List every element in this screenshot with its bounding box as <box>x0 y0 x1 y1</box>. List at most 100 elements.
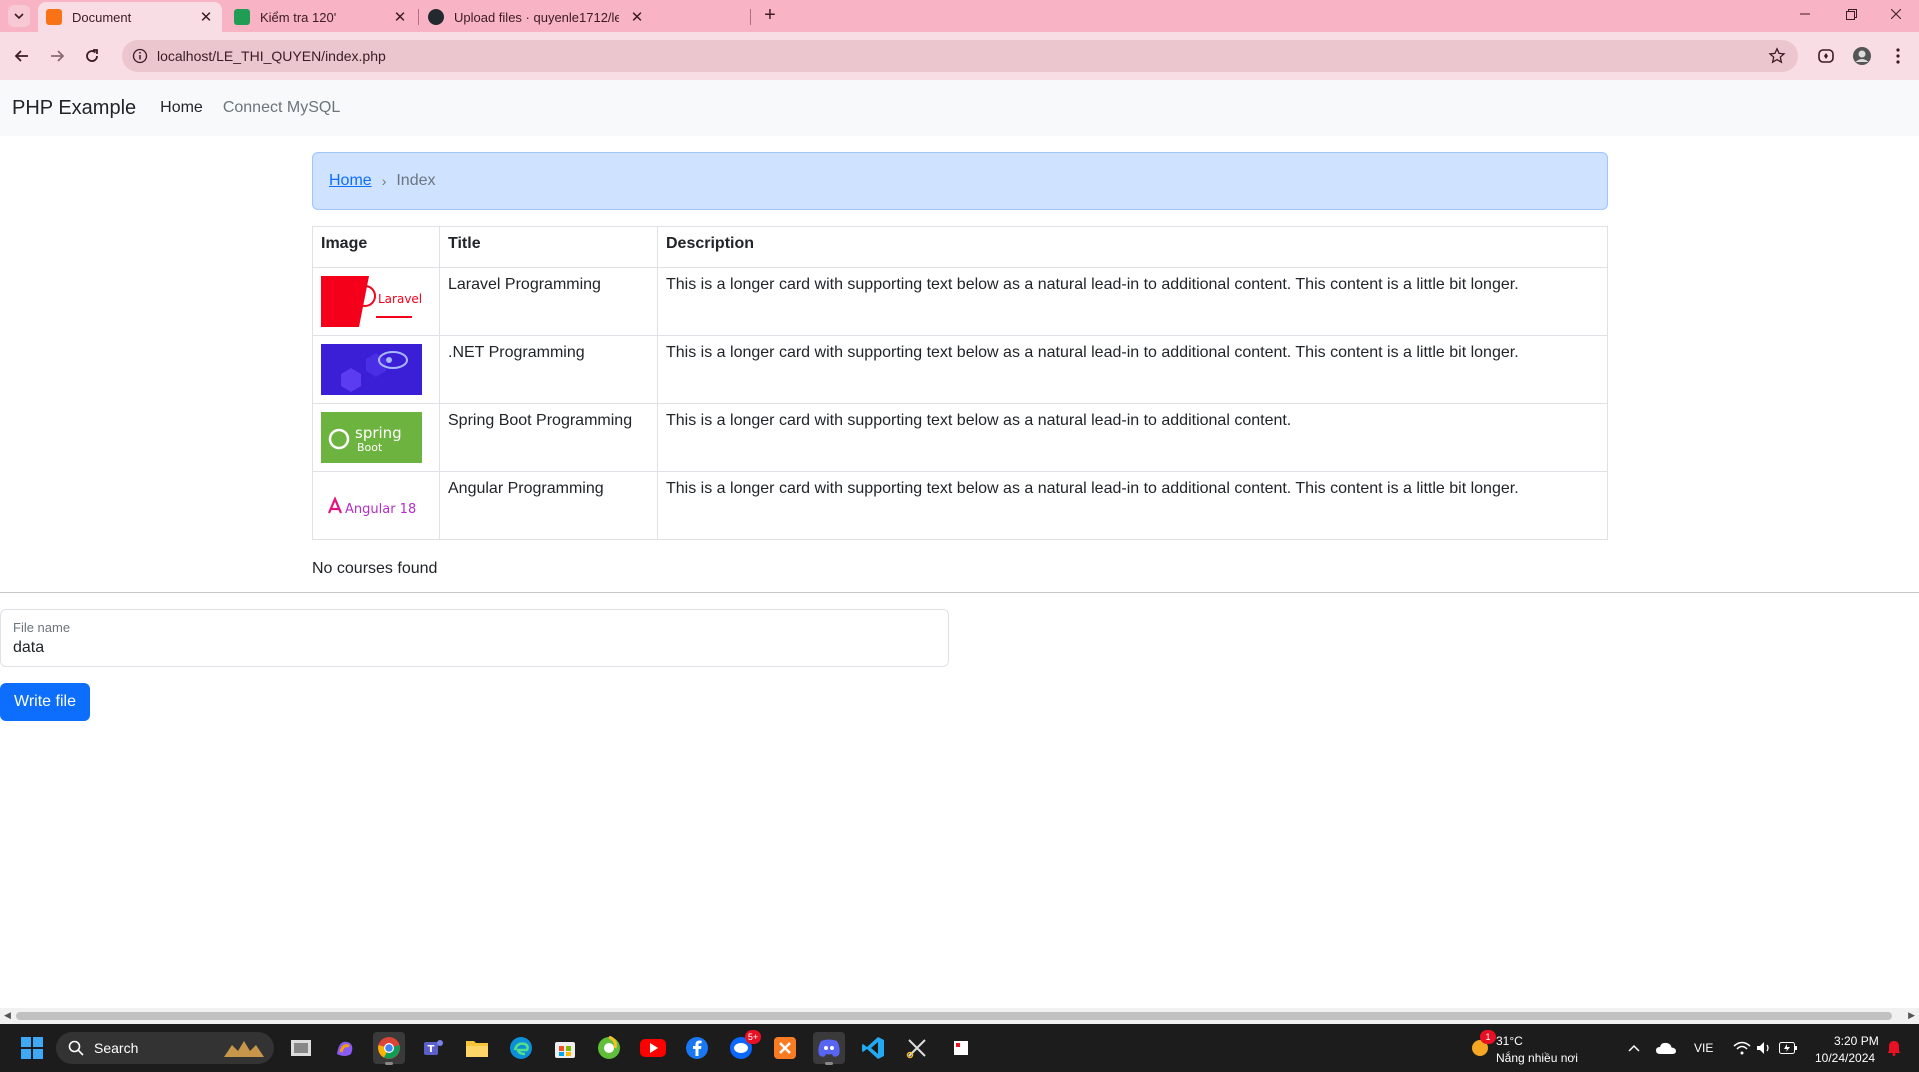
taskbar-search[interactable]: Search <box>56 1032 274 1064</box>
section-divider <box>0 592 1919 593</box>
browser-tabstrip: Document ✕ Kiểm tra 120' ✕ Upload files … <box>0 0 1919 32</box>
running-indicator <box>385 1062 393 1065</box>
close-icon <box>1891 9 1901 19</box>
notifications-button[interactable] <box>1878 1032 1910 1064</box>
extension-button[interactable] <box>1814 44 1838 68</box>
horizontal-scrollbar[interactable]: ◀ ▶ <box>0 1008 1919 1024</box>
close-icon[interactable]: ✕ <box>392 8 408 26</box>
clock-date[interactable]: 10/24/2024 <box>1815 1051 1875 1065</box>
tab-title: Document <box>72 9 132 25</box>
laravel-thumbnail: Laravel <box>321 276 422 327</box>
table-row: spring Boot Spring Boot Programming This… <box>312 403 1608 472</box>
discord-app[interactable] <box>813 1032 845 1065</box>
tab-kiem-tra[interactable]: Kiểm tra 120' ✕ <box>226 2 416 32</box>
tab-title: Kiểm tra 120' <box>260 9 337 25</box>
minimize-button[interactable] <box>1782 0 1828 28</box>
boot-logo-text: Boot <box>357 441 383 454</box>
facebook-app[interactable] <box>681 1032 713 1064</box>
task-view-button[interactable] <box>285 1032 317 1064</box>
battery-button[interactable] <box>1772 1032 1804 1064</box>
app-icon <box>954 1041 968 1055</box>
svg-text:T: T <box>428 1044 435 1055</box>
scrollbar-thumb[interactable] <box>16 1012 1892 1020</box>
tab-title: Upload files · quyenle1712/lear <box>454 9 619 25</box>
course-title: Angular Programming <box>439 471 658 540</box>
copilot-icon <box>337 1041 353 1056</box>
scroll-left-icon[interactable]: ◀ <box>4 1010 11 1021</box>
onedrive-button[interactable] <box>1650 1032 1682 1064</box>
tab-document[interactable]: Document ✕ <box>38 2 222 32</box>
table-row: .NET Programming This is a longer card w… <box>312 335 1608 404</box>
copilot-app[interactable] <box>329 1032 361 1064</box>
start-button[interactable] <box>16 1032 48 1064</box>
profile-button[interactable] <box>1850 44 1874 68</box>
cloud-icon <box>1656 1042 1676 1054</box>
back-button[interactable] <box>10 44 34 68</box>
close-icon[interactable]: ✕ <box>198 8 214 26</box>
teams-app[interactable]: T <box>417 1032 449 1064</box>
language-indicator[interactable]: VIE <box>1694 1041 1713 1055</box>
xampp-app[interactable] <box>769 1032 801 1064</box>
tab-search-button[interactable] <box>8 5 30 27</box>
reload-button[interactable] <box>80 44 104 68</box>
url-text: localhost/LE_THI_QUYEN/index.php <box>157 48 386 64</box>
nav-link-connect-mysql[interactable]: Connect MySQL <box>223 91 340 125</box>
new-tab-button[interactable]: + <box>758 4 782 28</box>
more-vertical-icon <box>1896 48 1900 64</box>
write-file-button[interactable]: Write file <box>0 683 90 721</box>
weather-widget[interactable]: 1 <box>1464 1030 1496 1064</box>
bookmark-star-icon[interactable] <box>1768 47 1786 65</box>
minimize-icon <box>1800 13 1810 15</box>
no-courses-message: No courses found <box>312 560 438 577</box>
search-highlight-icon <box>224 1041 264 1057</box>
scissors-icon <box>906 1039 926 1059</box>
restore-button[interactable] <box>1828 0 1874 28</box>
course-description: This is a longer card with supporting te… <box>657 335 1608 404</box>
column-header-title: Title <box>439 226 658 268</box>
facebook-icon <box>686 1037 708 1059</box>
show-hidden-icons-button[interactable] <box>1618 1032 1650 1064</box>
column-header-description: Description <box>657 226 1608 268</box>
snipping-tool-app[interactable] <box>901 1032 933 1064</box>
file-explorer-app[interactable] <box>461 1032 493 1064</box>
coccoc-icon <box>598 1036 620 1059</box>
arrow-right-icon <box>51 50 65 62</box>
file-name-field[interactable]: File name <box>0 609 949 667</box>
table-row: Angular 18 Angular Programming This is a… <box>312 471 1608 540</box>
google-sheets-favicon-icon <box>234 9 250 25</box>
edge-icon <box>510 1037 532 1059</box>
chevron-up-icon <box>1628 1044 1640 1052</box>
navbar-brand[interactable]: PHP Example <box>12 97 136 120</box>
tab-upload-files[interactable]: Upload files · quyenle1712/lear ✕ <box>420 2 750 32</box>
spring-boot-thumbnail: spring Boot <box>321 412 422 463</box>
address-bar[interactable]: localhost/LE_THI_QUYEN/index.php <box>122 40 1798 72</box>
forward-button[interactable] <box>45 44 69 68</box>
menu-button[interactable] <box>1886 44 1910 68</box>
vscode-app[interactable] <box>857 1032 889 1064</box>
course-description: This is a longer card with supporting te… <box>657 471 1608 540</box>
column-header-image: Image <box>312 226 440 268</box>
github-favicon-icon <box>428 9 444 25</box>
close-window-button[interactable] <box>1873 0 1919 28</box>
coccoc-app[interactable] <box>593 1032 625 1064</box>
edge-app[interactable] <box>505 1032 537 1064</box>
breadcrumb-home-link[interactable]: Home <box>329 172 372 190</box>
top-navbar: PHP Example Home Connect MySQL <box>0 80 1919 136</box>
file-name-label: File name <box>13 620 71 635</box>
breadcrumb: Home › Index <box>312 152 1608 210</box>
image-cell: spring Boot <box>312 403 440 472</box>
youtube-app[interactable] <box>637 1032 669 1064</box>
clock-time[interactable]: 3:20 PM <box>1834 1034 1879 1048</box>
scroll-right-icon[interactable]: ▶ <box>1908 1010 1915 1021</box>
chrome-app[interactable] <box>373 1032 405 1065</box>
ms-store-app[interactable] <box>549 1032 581 1064</box>
close-icon[interactable]: ✕ <box>629 8 645 26</box>
main-container: Home › Index Image Title Description Lar… <box>312 152 1608 578</box>
courses-table: Image Title Description Laravel Laravel … <box>312 226 1608 540</box>
zalo-app[interactable]: 5+ <box>725 1030 761 1064</box>
pinned-app[interactable] <box>945 1032 977 1064</box>
nav-link-home[interactable]: Home <box>160 91 203 125</box>
file-name-input[interactable] <box>13 639 913 657</box>
image-cell <box>312 335 440 404</box>
info-icon[interactable] <box>132 48 148 64</box>
